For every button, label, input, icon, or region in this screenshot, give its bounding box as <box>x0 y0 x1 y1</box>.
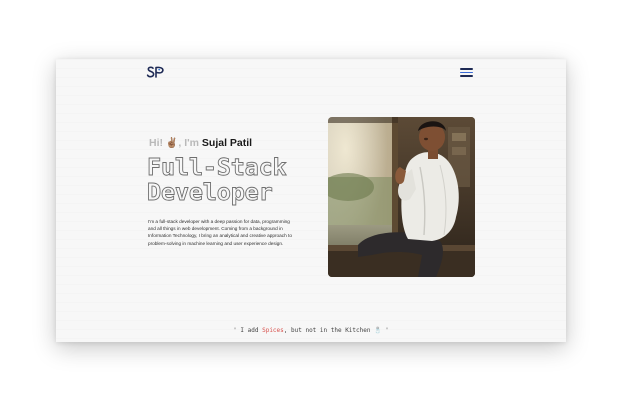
quote-close-mark: " <box>385 327 389 334</box>
salt-icon: 🧂 <box>374 327 382 334</box>
menu-line <box>460 68 473 70</box>
logo-icon <box>146 66 164 78</box>
menu-line <box>460 75 473 77</box>
hero-greeting: Hi! ✌🏽, I'm Sujal Patil <box>149 137 253 149</box>
hero-title-line2: Developer <box>147 178 274 206</box>
quote-text-before: I add <box>240 327 259 334</box>
hero-intro: I'm a full-stack developer with a deep p… <box>148 219 292 246</box>
profile-photo <box>328 117 475 277</box>
quote-text-after: , but not in the Kitchen <box>283 327 371 334</box>
quote-highlight: Spices <box>262 327 284 334</box>
hamburger-menu-icon[interactable] <box>460 68 476 78</box>
page-viewport: Hi! ✌🏽, I'm Sujal Patil Full-Stack Devel… <box>56 59 566 342</box>
hero-name: Sujal Patil <box>201 137 253 149</box>
quote-open-mark: " <box>233 327 237 334</box>
hero-title-line1: Full-Stack <box>147 153 288 181</box>
site-logo[interactable] <box>146 65 166 79</box>
menu-line <box>460 71 473 74</box>
greeting-im: I'm <box>184 137 199 149</box>
browser-stage: Hi! ✌🏽, I'm Sujal Patil Full-Stack Devel… <box>0 0 623 401</box>
footer-quote: " I add Spices, but not in the Kitchen 🧂… <box>56 327 566 334</box>
greeting-prefix: Hi! <box>149 137 163 149</box>
victory-hand-icon: ✌🏽 <box>165 138 179 149</box>
hero-title: Full-Stack Developer <box>147 153 288 206</box>
